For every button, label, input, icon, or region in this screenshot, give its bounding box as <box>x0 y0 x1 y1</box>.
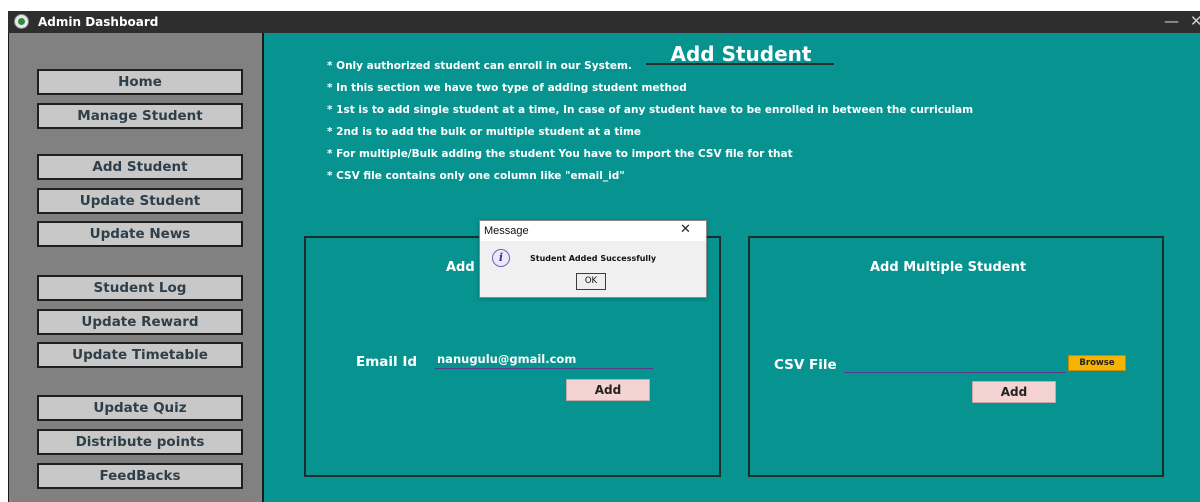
minimize-icon[interactable]: — <box>1164 12 1179 30</box>
info-line: * CSV file contains only one column like… <box>327 170 625 182</box>
title-underline <box>646 63 834 65</box>
single-panel-title: Add <box>446 260 475 275</box>
dialog-close-icon[interactable]: ✕ <box>680 222 691 238</box>
sidebar-item-add-student[interactable]: Add Student <box>37 154 243 180</box>
ok-button[interactable]: OK <box>576 273 606 290</box>
info-line: * 2nd is to add the bulk or multiple stu… <box>327 126 642 138</box>
dialog-message: Student Added Successfully <box>530 254 657 263</box>
browse-button[interactable]: Browse <box>1068 355 1126 371</box>
sidebar: Home Manage Student Add Student Update S… <box>8 33 264 502</box>
info-line: * In this section we have two type of ad… <box>327 82 687 94</box>
sidebar-item-student-log[interactable]: Student Log <box>37 275 243 301</box>
window-title: Admin Dashboard <box>38 15 159 29</box>
add-multiple-student-panel: Add Multiple Student CSV File Browse Add <box>748 236 1164 477</box>
app-icon <box>14 14 29 29</box>
message-dialog: Message ✕ i Student Added Successfully O… <box>479 220 707 298</box>
sidebar-item-update-news[interactable]: Update News <box>37 221 243 247</box>
add-single-button[interactable]: Add <box>566 379 650 401</box>
info-icon: i <box>492 249 510 267</box>
dialog-title: Message <box>484 225 529 237</box>
sidebar-item-feedbacks[interactable]: FeedBacks <box>37 463 243 489</box>
dialog-titlebar: Message ✕ <box>480 221 706 241</box>
info-line: * For multiple/Bulk adding the student Y… <box>327 148 793 160</box>
sidebar-item-update-quiz[interactable]: Update Quiz <box>37 395 243 421</box>
email-label: Email Id <box>356 354 418 370</box>
sidebar-item-distribute-points[interactable]: Distribute points <box>37 429 243 455</box>
csv-file-field[interactable] <box>844 355 1066 373</box>
add-multiple-button[interactable]: Add <box>972 381 1056 403</box>
main-content: Add Student * Only authorized student ca… <box>264 33 1200 502</box>
info-line: * 1st is to add single student at a time… <box>327 104 974 116</box>
sidebar-item-update-timetable[interactable]: Update Timetable <box>37 342 243 368</box>
info-line: * Only authorized student can enroll in … <box>327 60 632 72</box>
sidebar-item-update-reward[interactable]: Update Reward <box>37 309 243 335</box>
app-window: Admin Dashboard — ✕ Home Manage Student … <box>0 0 1200 502</box>
close-icon[interactable]: ✕ <box>1190 12 1200 30</box>
multiple-panel-title: Add Multiple Student <box>870 260 1027 275</box>
sidebar-item-update-student[interactable]: Update Student <box>37 188 243 214</box>
csv-file-label: CSV File <box>774 357 837 373</box>
sidebar-item-home[interactable]: Home <box>37 69 243 95</box>
window-titlebar: Admin Dashboard — ✕ <box>8 11 1200 33</box>
email-field[interactable]: nanugulu@gmail.com <box>435 351 653 369</box>
sidebar-item-manage-student[interactable]: Manage Student <box>37 103 243 129</box>
